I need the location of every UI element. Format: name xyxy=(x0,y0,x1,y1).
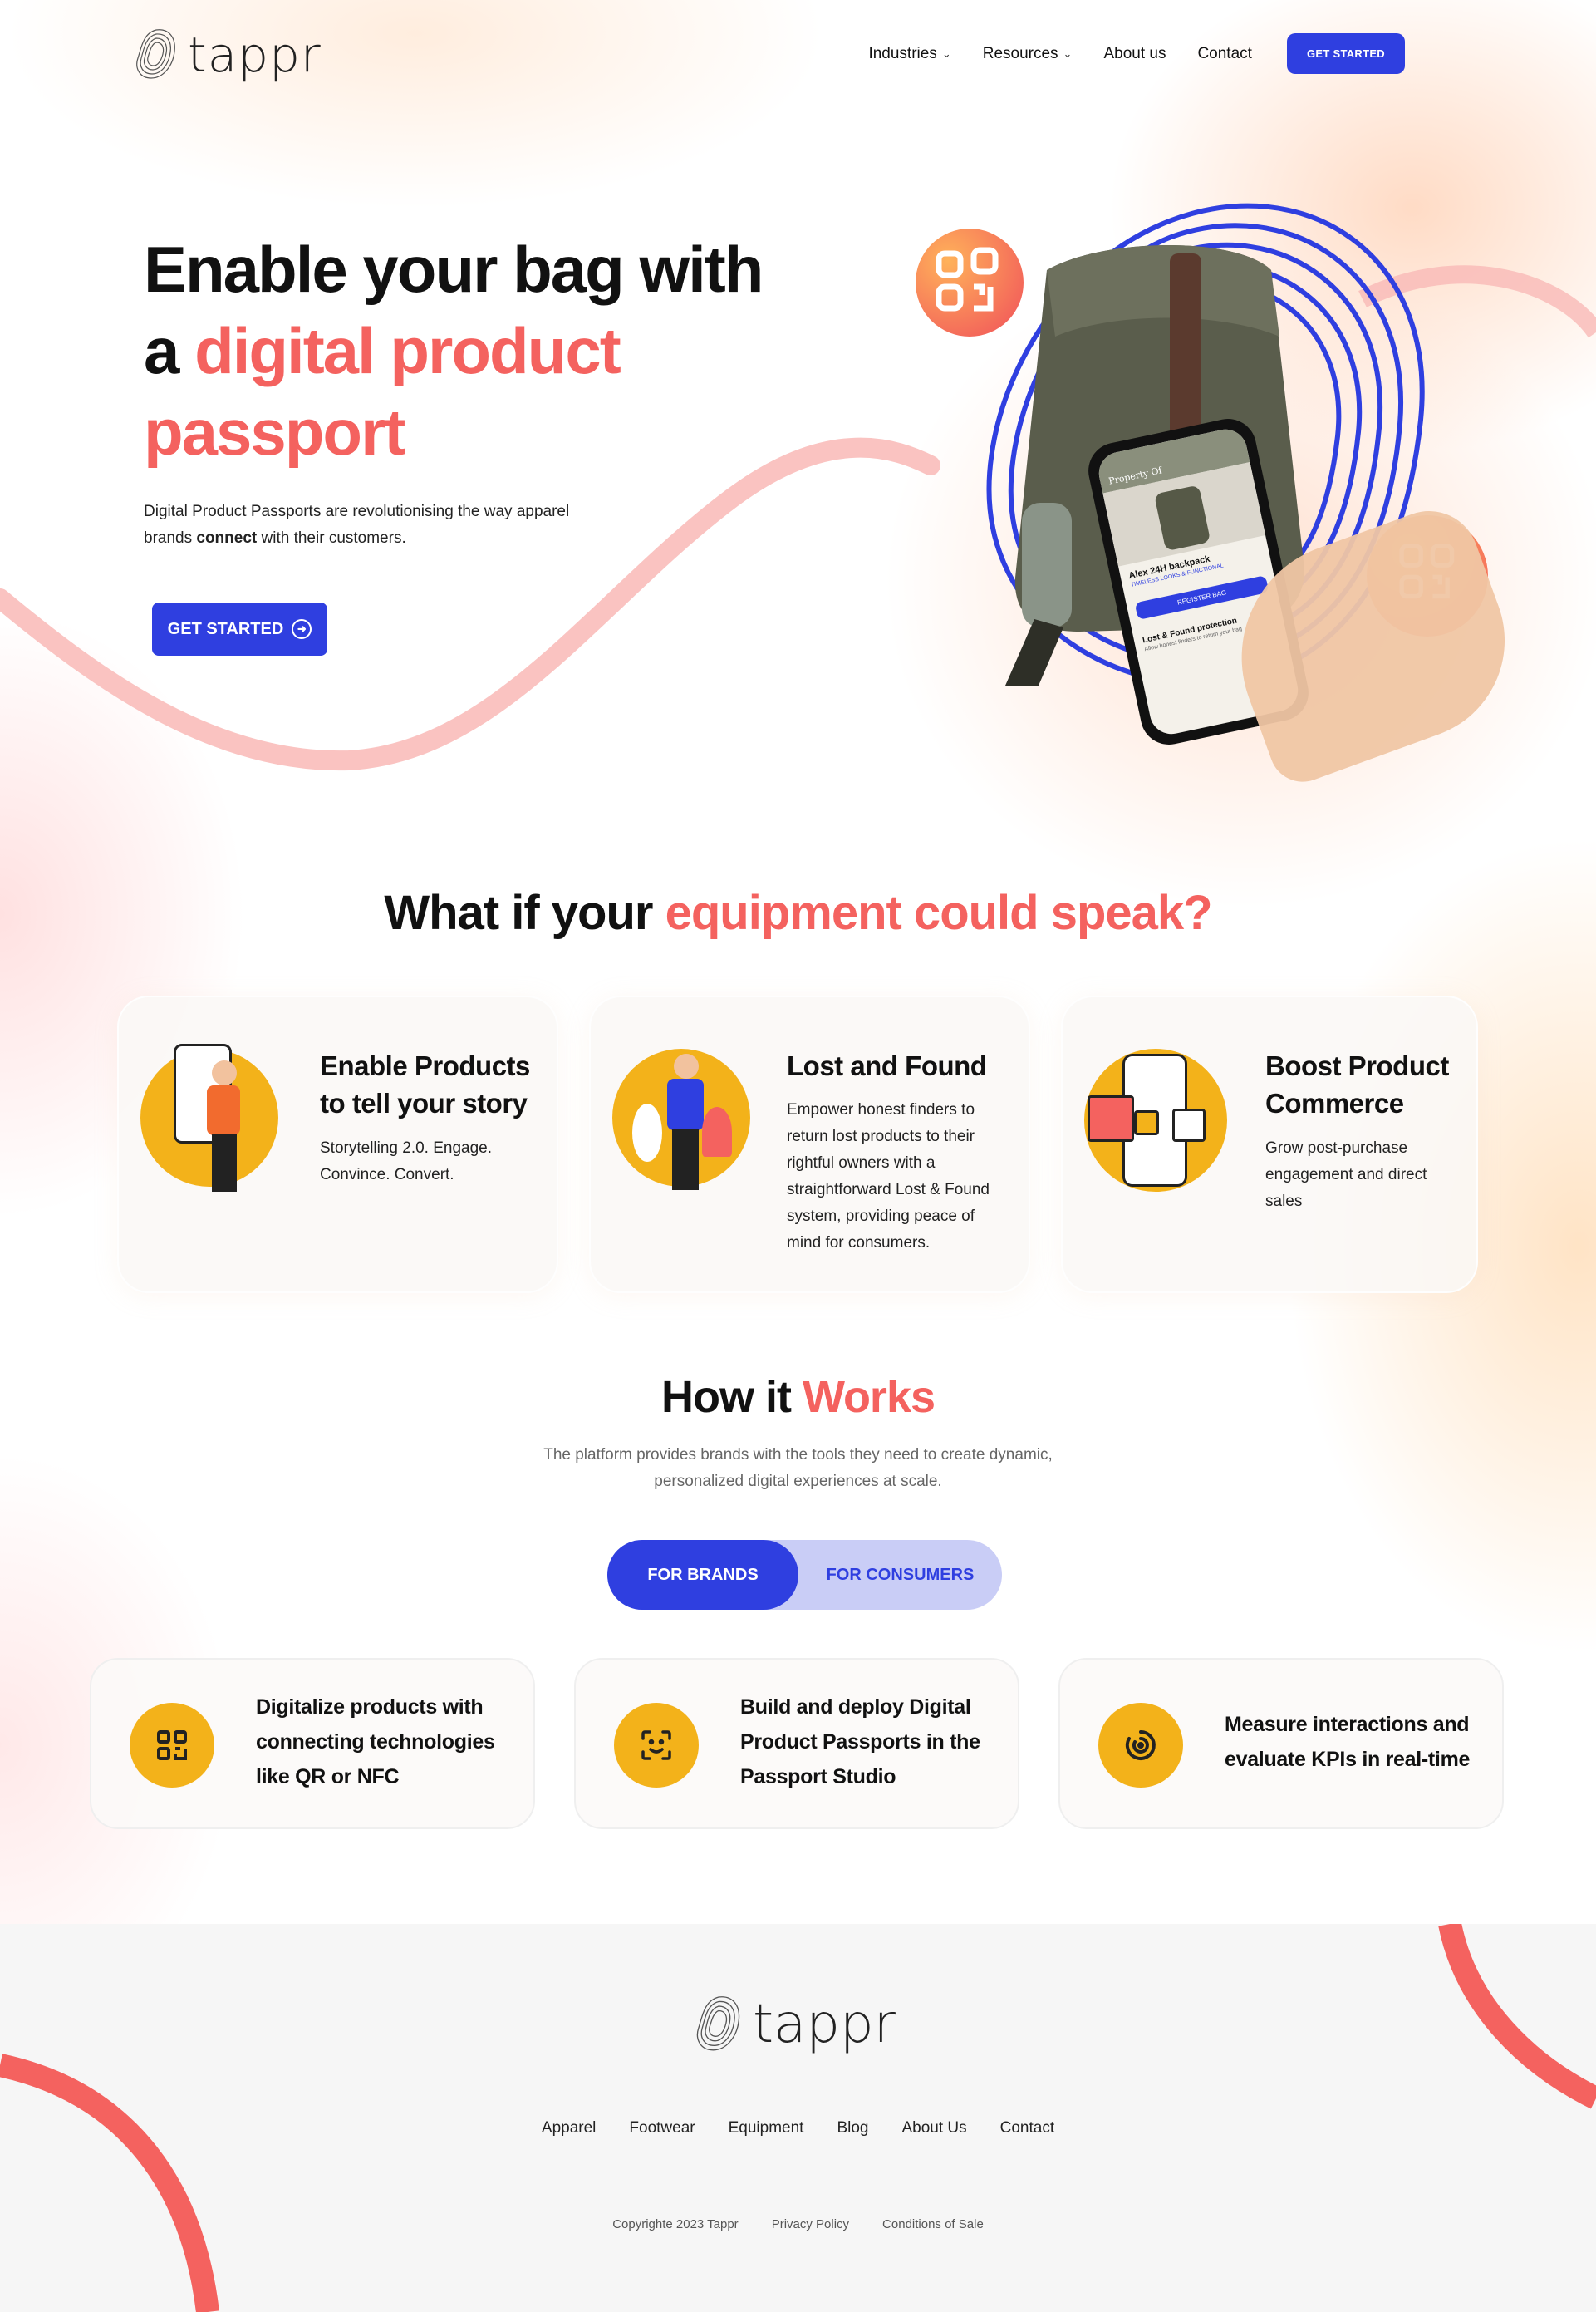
site-header: tappr Industries ⌄ Resources ⌄ About us … xyxy=(0,0,1596,111)
how-subtitle-line1: The platform provides brands with the to… xyxy=(543,1446,1053,1463)
hero-title-highlight-2: passport xyxy=(144,396,405,469)
card-text: Storytelling 2.0. Engage. Convince. Conv… xyxy=(320,1139,493,1183)
logo-wordmark: tappr xyxy=(753,1994,896,2055)
hero-desc-bold: connect xyxy=(196,529,258,547)
get-started-nav-button[interactable]: GET STARTED xyxy=(1286,33,1405,74)
face-scan-icon xyxy=(614,1703,699,1788)
arrow-right-circle-icon: ➜ xyxy=(292,619,312,639)
logo-wordmark: tappr xyxy=(188,27,322,83)
target-icon xyxy=(1098,1703,1183,1788)
card-text: Grow post-purchase engagement and direct… xyxy=(1265,1139,1427,1210)
tappr-logo-icon xyxy=(696,1996,740,2051)
hero-description: Digital Product Passports are revolution… xyxy=(144,499,609,552)
hero-product-image: Property Of Alex 24H backpack TIMELESS L… xyxy=(906,187,1533,819)
get-started-hero-button[interactable]: GET STARTED ➜ xyxy=(152,603,327,656)
audience-toggle: FOR BRANDS FOR CONSUMERS xyxy=(607,1540,1002,1610)
footer-logo[interactable]: tappr xyxy=(691,1993,896,2056)
card-title: Lost and Found xyxy=(787,1050,987,1081)
footer-link-blog[interactable]: Blog xyxy=(837,2119,868,2137)
speak-title-highlight: equipment could speak? xyxy=(665,886,1213,940)
footer-link-footwear[interactable]: Footwear xyxy=(629,2119,695,2137)
feature-title: Measure interactions and evaluate KPIs i… xyxy=(1225,1713,1471,1771)
how-feature-build: Build and deploy Digital Product Passpor… xyxy=(574,1658,1019,1829)
logo[interactable]: tappr xyxy=(131,27,322,83)
footer-decorative-arcs xyxy=(0,1924,1596,2312)
nav-resources[interactable]: Resources ⌄ xyxy=(983,45,1073,63)
conditions-of-sale-link[interactable]: Conditions of Sale xyxy=(882,2217,984,2231)
hero-title-highlight-1: digital product xyxy=(194,314,621,387)
card-text: Empower honest finders to return lost pr… xyxy=(787,1101,990,1252)
speak-title-plain: What if your xyxy=(384,886,665,940)
chevron-down-icon: ⌄ xyxy=(1063,47,1073,60)
nav-about-us[interactable]: About us xyxy=(1103,45,1166,63)
nav-industries-label: Industries xyxy=(868,44,937,62)
person-found-illustration xyxy=(612,1049,750,1190)
nav-contact[interactable]: Contact xyxy=(1197,45,1251,63)
how-subtitle: The platform provides brands with the to… xyxy=(0,1442,1596,1495)
hero-desc-end: with their customers. xyxy=(257,529,406,547)
card-title: Enable Products to tell your story xyxy=(320,1050,530,1119)
tab-for-consumers[interactable]: FOR CONSUMERS xyxy=(798,1540,1002,1610)
footer-link-equipment[interactable]: Equipment xyxy=(729,2119,804,2137)
feature-card-lost-found: Lost and Found Empower honest finders to… xyxy=(589,996,1030,1293)
tappr-logo-icon xyxy=(136,29,175,79)
card-title: Boost Product Commerce xyxy=(1265,1050,1449,1119)
how-title: How it Works xyxy=(0,1371,1596,1423)
how-title-plain: How it xyxy=(660,1372,803,1422)
shop-phone-illustration xyxy=(1084,1049,1227,1192)
feature-card-commerce: Boost Product Commerce Grow post-purchas… xyxy=(1061,996,1478,1293)
footer-bottom: Copyrighte 2023 Tappr Privacy Policy Con… xyxy=(0,2217,1596,2231)
copyright-text: Copyrighte 2023 Tappr xyxy=(612,2217,739,2231)
feature-card-story: Enable Products to tell your story Story… xyxy=(117,996,558,1293)
get-started-hero-label: GET STARTED xyxy=(167,619,284,638)
site-footer xyxy=(0,1924,1596,2312)
nav-industries[interactable]: Industries ⌄ xyxy=(868,45,950,63)
qr-code-icon xyxy=(130,1703,214,1788)
footer-links: Apparel Footwear Equipment Blog About Us… xyxy=(0,2119,1596,2137)
chevron-down-icon: ⌄ xyxy=(941,47,951,60)
hero-title-line1: Enable your bag with xyxy=(144,233,764,306)
footer-link-apparel[interactable]: Apparel xyxy=(542,2119,597,2137)
how-feature-digitalize: Digitalize products with connecting tech… xyxy=(90,1658,535,1829)
main-nav: Industries ⌄ Resources ⌄ About us Contac… xyxy=(868,33,1405,74)
footer-link-contact[interactable]: Contact xyxy=(1000,2119,1054,2137)
how-title-highlight: Works xyxy=(802,1372,936,1422)
privacy-policy-link[interactable]: Privacy Policy xyxy=(772,2217,849,2231)
how-subtitle-line2: personalized digital experiences at scal… xyxy=(654,1473,942,1490)
hero-title-a: a xyxy=(144,314,195,387)
how-feature-measure: Measure interactions and evaluate KPIs i… xyxy=(1058,1658,1504,1829)
footer-link-about-us[interactable]: About Us xyxy=(901,2119,966,2137)
tab-for-brands[interactable]: FOR BRANDS xyxy=(607,1540,798,1610)
speak-title: What if your equipment could speak? xyxy=(0,885,1596,941)
feature-title: Build and deploy Digital Product Passpor… xyxy=(740,1695,980,1788)
feature-title: Digitalize products with connecting tech… xyxy=(256,1695,495,1788)
nav-resources-label: Resources xyxy=(982,44,1058,62)
hero-title: Enable your bag with a digital product p… xyxy=(144,229,775,473)
person-register-illustration xyxy=(140,1044,278,1192)
